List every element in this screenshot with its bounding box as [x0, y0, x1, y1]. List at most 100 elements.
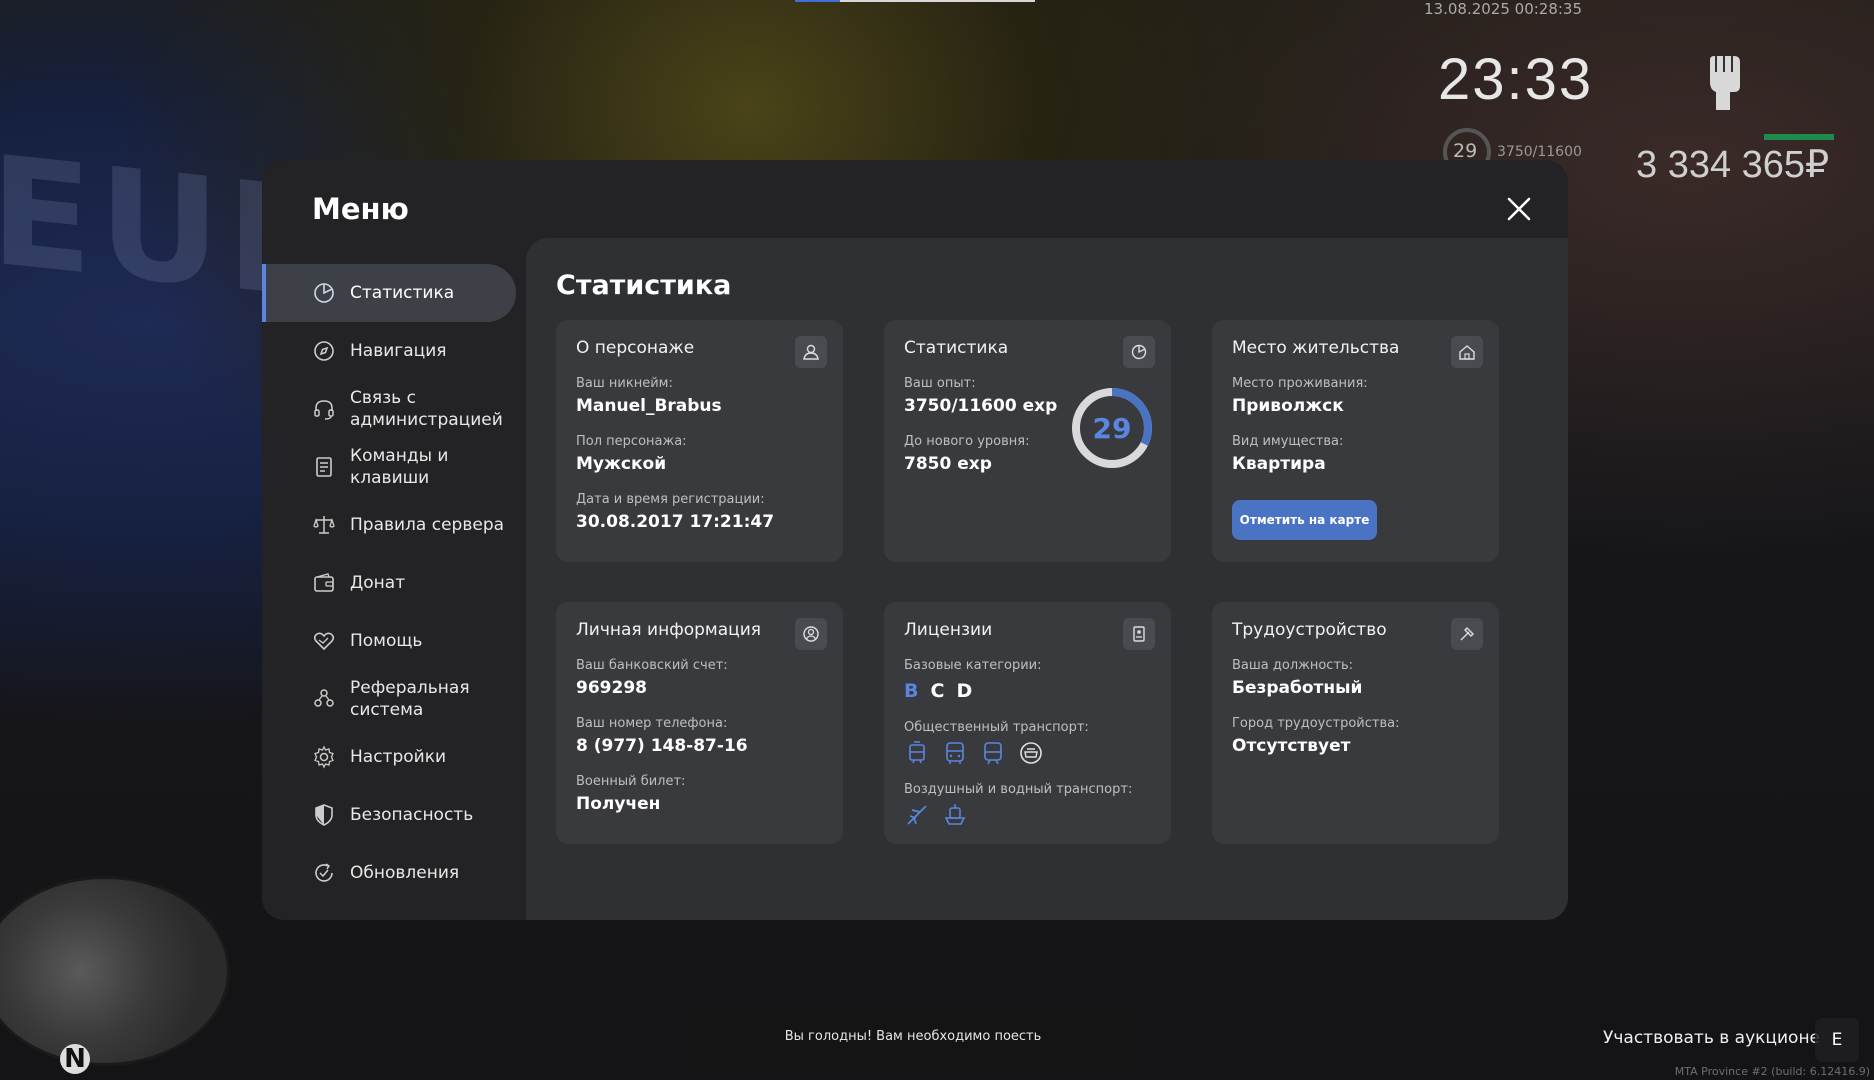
property-type-value: Квартира: [1232, 454, 1326, 474]
registration-value: 30.08.2017 17:21:47: [576, 512, 775, 532]
card-stats: Статистика Ваш опыт: 3750/11600 exp До н…: [884, 320, 1171, 562]
user-icon: [803, 344, 819, 360]
job-city-value: Отсутствует: [1232, 736, 1351, 756]
sidebar-item-security[interactable]: Безопасность: [262, 786, 528, 844]
card-title: Личная информация: [576, 620, 762, 640]
card-icon-button: [1123, 336, 1155, 368]
public-transport-icons: [904, 740, 1044, 766]
sidebar-item-help[interactable]: Помощь: [262, 612, 528, 670]
card-title: Место жительства: [1232, 338, 1400, 358]
next-level-value: 7850 exp: [904, 454, 992, 474]
card-title: О персонаже: [576, 338, 695, 358]
sidebar-item-label: Настройки: [350, 747, 447, 767]
gender-value: Мужской: [576, 454, 667, 474]
sidebar-item-label: Помощь: [350, 631, 423, 651]
card-residence: Место жительства Место проживания: Приво…: [1212, 320, 1499, 562]
license-card-icon: [1133, 626, 1145, 642]
sidebar-item-commands[interactable]: Команды и клавиши: [262, 438, 528, 496]
minimap: [0, 876, 230, 1066]
sidebar-item-settings[interactable]: Настройки: [262, 728, 528, 786]
house-icon: [1459, 345, 1475, 360]
auction-prompt: Участвовать в аукционе: [1603, 1028, 1821, 1048]
hunger-notification: Вы голодны! Вам необходимо поесть: [688, 1010, 1138, 1062]
sidebar-item-label: Статистика: [350, 283, 455, 303]
shield-icon: [315, 804, 333, 826]
close-icon[interactable]: [1502, 192, 1536, 226]
license-category-b: B: [904, 680, 919, 702]
sidebar-item-label: Донат: [350, 573, 406, 593]
sidebar-item-label: Связь с администрацией: [350, 388, 503, 430]
hud-time: 23:33: [1438, 47, 1594, 112]
wallet-icon: [314, 573, 334, 592]
compass-icon: [314, 341, 334, 361]
bank-account-value: 969298: [576, 678, 647, 698]
sidebar-item-label: Реферальная система: [350, 678, 470, 720]
card-icon-button: [1123, 618, 1155, 650]
sidebar: Статистика Навигация Связь с администрац…: [262, 264, 528, 902]
phone-label: Ваш номер телефона:: [576, 716, 728, 731]
top-progress-bar: [795, 0, 1035, 2]
menu-title: Меню: [312, 192, 409, 226]
property-type-label: Вид имущества:: [1232, 434, 1344, 449]
train-icon: [984, 742, 1002, 765]
license-category-d: D: [956, 680, 973, 702]
job-city-label: Город трудоустройства:: [1232, 716, 1400, 731]
air-water-transport-icons: [904, 802, 968, 828]
sidebar-item-navigation[interactable]: Навигация: [262, 322, 528, 380]
page-title: Статистика: [556, 270, 732, 301]
job-position-value: Безработный: [1232, 678, 1363, 698]
hud-exp: 3750/11600: [1497, 144, 1582, 160]
taxi-badge-icon: [1020, 742, 1042, 764]
content-area: Статистика О персонаже Ваш никнейм: Manu…: [526, 238, 1568, 920]
people-icon: [314, 689, 334, 707]
mark-on-map-button[interactable]: Отметить на карте: [1232, 500, 1377, 540]
military-id-value: Получен: [576, 794, 661, 814]
card-icon-button: [795, 336, 827, 368]
exp-label: Ваш опыт:: [904, 376, 976, 391]
hud-health-bar: [1764, 134, 1834, 140]
headset-icon: [314, 400, 334, 420]
sidebar-item-donate[interactable]: Донат: [262, 554, 528, 612]
sidebar-item-label: Обновления: [350, 863, 460, 883]
nickname-value: Manuel_Brabus: [576, 396, 722, 416]
document-icon: [316, 457, 332, 477]
card-employment: Трудоустройство Ваша должность: Безработ…: [1212, 602, 1499, 844]
registration-label: Дата и время регистрации:: [576, 492, 765, 507]
level-number: 29: [1092, 411, 1132, 445]
refresh-check-icon: [315, 863, 333, 882]
residence-place-label: Место проживания:: [1232, 376, 1368, 391]
card-title: Трудоустройство: [1232, 620, 1387, 640]
hud-level: 29: [1453, 140, 1478, 162]
gender-label: Пол персонажа:: [576, 434, 687, 449]
pie-chart-icon: [314, 283, 334, 303]
sidebar-item-updates[interactable]: Обновления: [262, 844, 528, 902]
bus-icon: [946, 742, 964, 764]
airplane-icon: [907, 805, 927, 825]
card-icon-button: [795, 618, 827, 650]
license-category-c: C: [930, 680, 945, 702]
scales-icon: [313, 516, 335, 534]
sidebar-item-label: Навигация: [350, 341, 447, 361]
sidebar-item-label: Команды и клавиши: [350, 446, 449, 488]
heart-hands-icon: [313, 632, 335, 651]
card-licenses: Лицензии Базовые категории: B C D Общест…: [884, 602, 1171, 844]
sidebar-item-rules[interactable]: Правила сервера: [262, 496, 528, 554]
hud-date: 13.08.2025 00:28:35: [1424, 0, 1583, 18]
military-id-label: Военный билет:: [576, 774, 686, 789]
auction-key-button[interactable]: E: [1815, 1018, 1859, 1062]
license-categories: B C D: [904, 680, 972, 702]
build-version: MTA Province #2 (build: 6.12416.9): [1674, 1065, 1870, 1078]
sidebar-item-label: Правила сервера: [350, 515, 505, 535]
residence-place-value: Приволжск: [1232, 396, 1344, 416]
air-water-transport-label: Воздушный и водный транспорт:: [904, 782, 1133, 797]
sidebar-item-admin-contact[interactable]: Связь с администрацией: [262, 380, 528, 438]
gear-icon: [314, 745, 334, 769]
pie-chart-icon: [1131, 344, 1147, 360]
sidebar-item-referral[interactable]: Реферальная система: [262, 670, 528, 728]
phone-value: 8 (977) 148-87-16: [576, 736, 748, 756]
north-indicator-icon: N: [60, 1044, 90, 1074]
public-transport-label: Общественный транспорт:: [904, 720, 1089, 735]
base-categories-label: Базовые категории:: [904, 658, 1042, 673]
card-icon-button: [1451, 618, 1483, 650]
sidebar-item-statistics[interactable]: Статистика: [262, 264, 516, 322]
